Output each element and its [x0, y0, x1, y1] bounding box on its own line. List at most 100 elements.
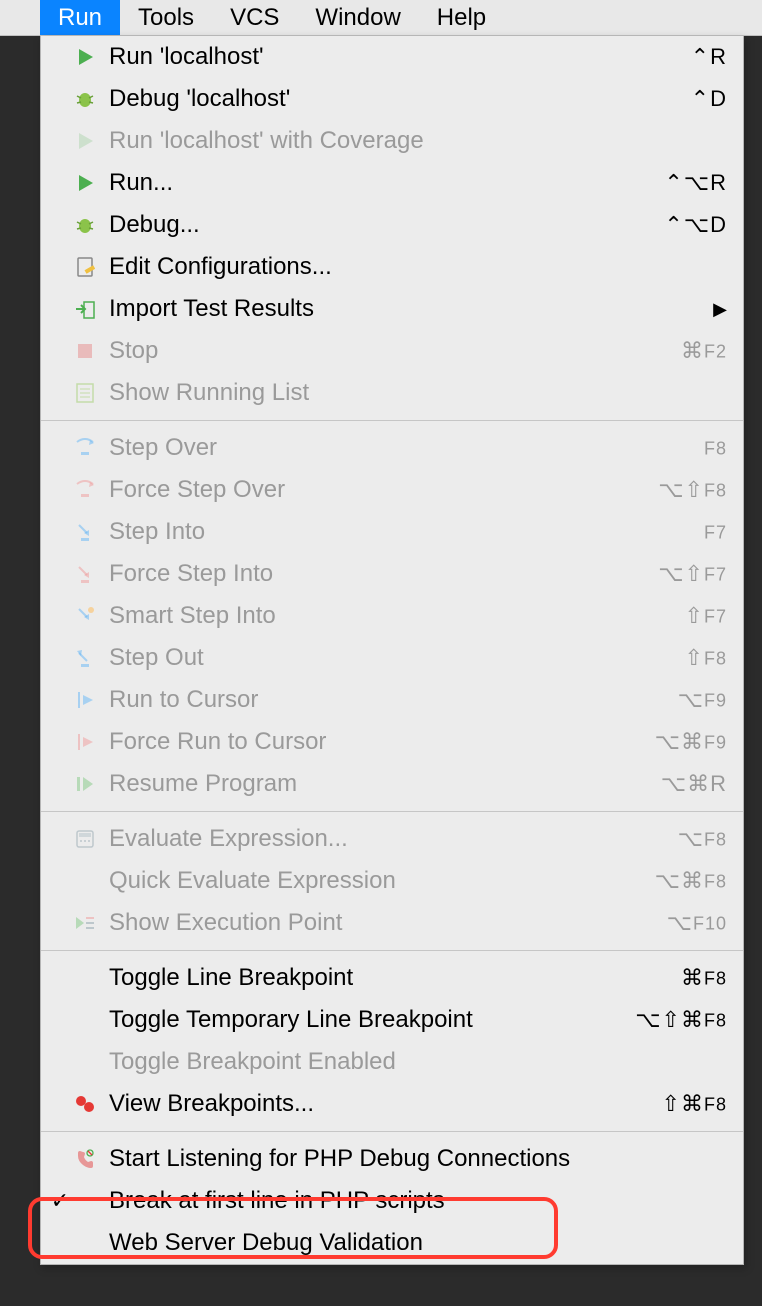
menu-item-step-over: Step OverF8	[41, 427, 743, 469]
menu-item-import-test-results[interactable]: Import Test Results▶	[41, 288, 743, 330]
menu-item-force-step-over: Force Step Over⌥⇧F8	[41, 469, 743, 511]
menu-item-shortcut: ⌃⌥D	[664, 212, 727, 238]
menu-item-label: Debug 'localhost'	[109, 85, 691, 113]
play-green-icon	[71, 169, 99, 197]
no-icon	[71, 1229, 99, 1257]
menu-item-shortcut: ⇧F7	[685, 603, 727, 629]
menu-item-view-breakpoints[interactable]: View Breakpoints...⇧⌘F8	[41, 1083, 743, 1125]
menu-item-label: Run to Cursor	[109, 686, 678, 714]
menubar-window[interactable]: Window	[297, 0, 418, 35]
menu-item-web-server-debug-validation[interactable]: Web Server Debug Validation	[41, 1222, 743, 1264]
menu-item-run[interactable]: Run...⌃⌥R	[41, 162, 743, 204]
smart-step-into-icon	[71, 602, 99, 630]
menubar-help[interactable]: Help	[419, 0, 504, 35]
no-icon	[71, 1048, 99, 1076]
run-menu-dropdown: Run 'localhost'⌃RDebug 'localhost'⌃DRun …	[40, 36, 744, 1265]
menu-item-force-step-into: Force Step Into⌥⇧F7	[41, 553, 743, 595]
menu-item-run-to-cursor: Run to Cursor⌥F9	[41, 679, 743, 721]
menu-separator	[41, 811, 743, 812]
menu-item-break-at-first-line-in-php-scripts[interactable]: ✓Break at first line in PHP scripts	[41, 1180, 743, 1222]
menu-item-label: Step Out	[109, 644, 685, 672]
menu-item-label: Force Step Over	[109, 476, 658, 504]
menu-separator	[41, 1131, 743, 1132]
menu-item-start-listening-for-php-debug-connections[interactable]: Start Listening for PHP Debug Connection…	[41, 1138, 743, 1180]
stop-faded-icon	[71, 337, 99, 365]
menu-item-resume-program: Resume Program⌥⌘R	[41, 763, 743, 805]
menu-item-show-running-list: Show Running List	[41, 372, 743, 414]
menu-item-step-into: Step IntoF7	[41, 511, 743, 553]
menu-item-shortcut: ⌥⇧F7	[658, 561, 727, 587]
force-step-into-icon	[71, 560, 99, 588]
menu-item-label: Web Server Debug Validation	[109, 1229, 727, 1257]
menu-item-label: Debug...	[109, 211, 664, 239]
menu-item-toggle-line-breakpoint[interactable]: Toggle Line Breakpoint⌘F8	[41, 957, 743, 999]
menubar-tools[interactable]: Tools	[120, 0, 212, 35]
menu-item-shortcut: ⌥⇧F8	[658, 477, 727, 503]
editor-gutter	[0, 36, 40, 1306]
menu-separator	[41, 950, 743, 951]
menu-item-shortcut: F8	[704, 435, 727, 461]
no-icon	[71, 867, 99, 895]
menu-item-label: Force Run to Cursor	[109, 728, 655, 756]
menu-item-evaluate-expression: Evaluate Expression...⌥F8	[41, 818, 743, 860]
play-faded-icon	[71, 127, 99, 155]
menu-item-label: View Breakpoints...	[109, 1090, 662, 1118]
menu-item-shortcut: ⌥⇧⌘F8	[635, 1007, 727, 1033]
step-into-icon	[71, 518, 99, 546]
breakpoints-icon	[71, 1090, 99, 1118]
bug-green-icon	[71, 85, 99, 113]
exec-point-icon	[71, 909, 99, 937]
resume-icon	[71, 770, 99, 798]
bug-green-icon	[71, 211, 99, 239]
menu-item-label: Step Over	[109, 434, 704, 462]
menu-item-smart-step-into: Smart Step Into⇧F7	[41, 595, 743, 637]
menu-item-label: Edit Configurations...	[109, 253, 727, 281]
menu-item-debug-localhost[interactable]: Debug 'localhost'⌃D	[41, 78, 743, 120]
run-cursor-icon	[71, 686, 99, 714]
no-icon	[71, 1187, 99, 1215]
menu-item-label: Toggle Temporary Line Breakpoint	[109, 1006, 635, 1034]
import-icon	[71, 295, 99, 323]
menu-item-label: Smart Step Into	[109, 602, 685, 630]
menu-item-run-localhost[interactable]: Run 'localhost'⌃R	[41, 36, 743, 78]
menu-item-shortcut: ⌃D	[691, 86, 727, 112]
menu-item-shortcut: ⌥⌘F9	[655, 729, 727, 755]
force-step-over-icon	[71, 476, 99, 504]
menu-item-shortcut: ⌥F10	[667, 910, 727, 936]
menu-item-label: Stop	[109, 337, 681, 365]
list-faded-icon	[71, 379, 99, 407]
menu-item-toggle-breakpoint-enabled: Toggle Breakpoint Enabled	[41, 1041, 743, 1083]
menu-item-shortcut: ⌥⌘F8	[655, 868, 727, 894]
menu-item-quick-evaluate-expression: Quick Evaluate Expression⌥⌘F8	[41, 860, 743, 902]
menu-item-force-run-to-cursor: Force Run to Cursor⌥⌘F9	[41, 721, 743, 763]
menu-item-stop: Stop⌘F2	[41, 330, 743, 372]
menu-item-shortcut: ⌃R	[691, 44, 727, 70]
menubar-run[interactable]: Run	[40, 0, 120, 35]
menu-item-label: Run 'localhost' with Coverage	[109, 127, 727, 155]
menubar-vcs[interactable]: VCS	[212, 0, 297, 35]
menu-item-edit-configurations[interactable]: Edit Configurations...	[41, 246, 743, 288]
menu-item-run-localhost-with-coverage: Run 'localhost' with Coverage	[41, 120, 743, 162]
menu-item-shortcut: ⌥F8	[678, 826, 727, 852]
menu-item-label: Run 'localhost'	[109, 43, 691, 71]
phone-icon	[71, 1145, 99, 1173]
step-over-icon	[71, 434, 99, 462]
menu-item-shortcut: ⌥F9	[678, 687, 727, 713]
menu-item-label: Start Listening for PHP Debug Connection…	[109, 1145, 727, 1173]
menu-separator	[41, 420, 743, 421]
menu-item-debug[interactable]: Debug...⌃⌥D	[41, 204, 743, 246]
menu-item-shortcut: ⌃⌥R	[664, 170, 727, 196]
menu-item-shortcut: ⌥⌘R	[661, 771, 727, 797]
menu-item-step-out: Step Out⇧F8	[41, 637, 743, 679]
step-out-icon	[71, 644, 99, 672]
menu-item-toggle-temporary-line-breakpoint[interactable]: Toggle Temporary Line Breakpoint⌥⇧⌘F8	[41, 999, 743, 1041]
menu-item-label: Toggle Line Breakpoint	[109, 964, 681, 992]
editor-right-strip	[744, 36, 762, 1306]
menu-item-shortcut: ⌘F8	[681, 965, 727, 991]
edit-config-icon	[71, 253, 99, 281]
menu-item-label: Show Execution Point	[109, 909, 667, 937]
menu-item-label: Quick Evaluate Expression	[109, 867, 655, 895]
menu-item-shortcut: ⇧F8	[685, 645, 727, 671]
calc-icon	[71, 825, 99, 853]
check-mark: ✓	[49, 1188, 71, 1214]
